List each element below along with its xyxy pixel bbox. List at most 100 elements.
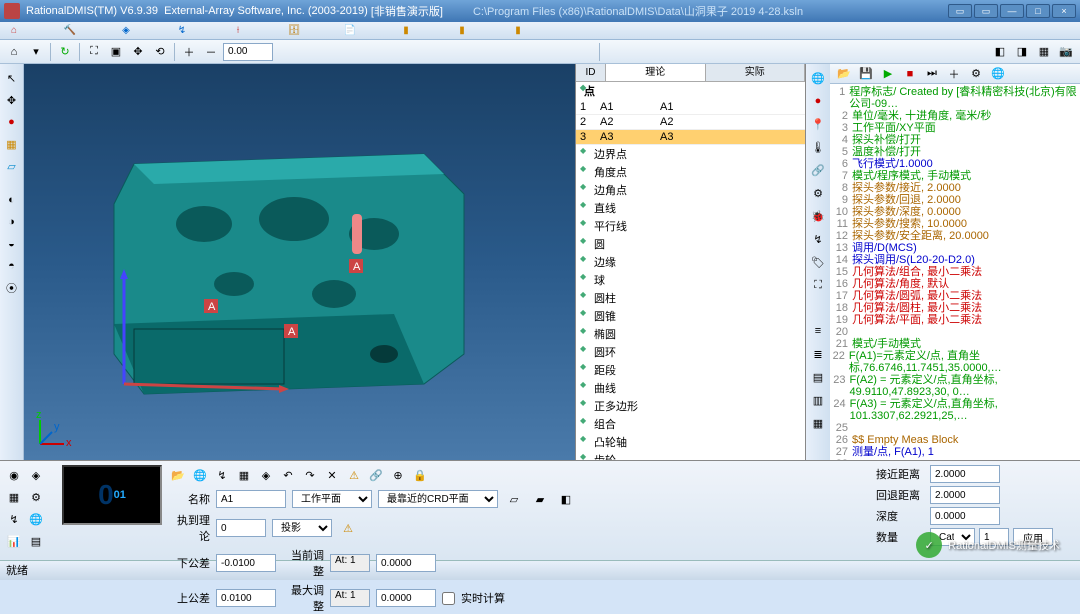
ct-run[interactable]: ▶ bbox=[878, 64, 898, 84]
bl-5[interactable]: ↯ bbox=[4, 509, 24, 529]
menu-dim-icon[interactable]: ⟊ bbox=[230, 23, 246, 39]
depth-input[interactable] bbox=[930, 507, 1000, 525]
bl-1[interactable]: ◉ bbox=[4, 465, 24, 485]
bm-undo[interactable]: ↶ bbox=[278, 465, 298, 485]
rt-list3[interactable]: ▤ bbox=[808, 367, 828, 387]
lt-cursor[interactable]: ↖ bbox=[2, 68, 22, 88]
bm-warn[interactable]: ⚠ bbox=[344, 465, 364, 485]
feature-type-node[interactable]: 圆 bbox=[576, 235, 805, 253]
menu-col3-icon[interactable]: ▮ bbox=[510, 23, 526, 39]
menu-col1-icon[interactable]: ▮ bbox=[398, 23, 414, 39]
feature-type-node[interactable]: 边缘 bbox=[576, 253, 805, 271]
ct-plus[interactable]: ＋ bbox=[944, 64, 964, 84]
bm-target[interactable]: ⊕ bbox=[388, 465, 408, 485]
bm-grid[interactable]: ▦ bbox=[234, 465, 254, 485]
feature-type-node[interactable]: 齿轮 bbox=[576, 451, 805, 460]
feature-type-node[interactable]: 边角点 bbox=[576, 181, 805, 199]
close-icon[interactable]: × bbox=[1052, 4, 1076, 18]
rt-rec[interactable]: ● bbox=[808, 91, 828, 111]
rt-expand[interactable]: ⛶ bbox=[808, 275, 828, 295]
bm-diamond[interactable]: ◈ bbox=[256, 465, 276, 485]
rt-link[interactable]: 🔗 bbox=[808, 160, 828, 180]
uptol-input[interactable] bbox=[216, 589, 276, 607]
workplane-select[interactable]: 工作平面 bbox=[292, 490, 372, 508]
rt-list2[interactable]: ≣ bbox=[808, 344, 828, 364]
rt-probe[interactable]: 📍 bbox=[808, 114, 828, 134]
tree-btn-1[interactable]: ◧ bbox=[990, 42, 1010, 62]
cat-point[interactable]: 点 bbox=[576, 82, 805, 100]
realtime-checkbox[interactable] bbox=[442, 592, 455, 605]
dd-button[interactable]: ▾ bbox=[26, 42, 46, 62]
rt-temp[interactable]: 🌡 bbox=[808, 137, 828, 157]
bm-open[interactable]: 📂 bbox=[168, 465, 188, 485]
ct-globe[interactable]: 🌐 bbox=[988, 64, 1008, 84]
pan-button[interactable]: ✥ bbox=[128, 42, 148, 62]
feature-type-node[interactable]: 边界点 bbox=[576, 145, 805, 163]
ct-stop[interactable]: ■ bbox=[900, 64, 920, 84]
bl-3[interactable]: ▦ bbox=[4, 487, 24, 507]
bm-redo[interactable]: ↷ bbox=[300, 465, 320, 485]
feature-type-node[interactable]: 组合 bbox=[576, 415, 805, 433]
maximize-icon[interactable]: □ bbox=[1026, 4, 1050, 18]
ct-step[interactable]: ⏭ bbox=[922, 64, 942, 84]
name-input[interactable] bbox=[216, 490, 286, 508]
zoom-input[interactable] bbox=[223, 43, 273, 61]
lt-mode4[interactable]: ◓ bbox=[2, 256, 22, 276]
minimize-icon[interactable]: — bbox=[1000, 4, 1024, 18]
lowtol-input[interactable] bbox=[216, 554, 276, 572]
rt-tag[interactable]: 🏷 bbox=[808, 252, 828, 272]
feature-type-node[interactable]: 椭圆 bbox=[576, 325, 805, 343]
3d-viewport[interactable]: A A A z x y bbox=[24, 64, 576, 460]
back-input[interactable] bbox=[930, 486, 1000, 504]
menu-hammer-icon[interactable]: 🔨 bbox=[62, 23, 78, 39]
maxadj-input[interactable] bbox=[376, 589, 436, 607]
tab-actual[interactable]: 实际 bbox=[706, 64, 806, 81]
bl-8[interactable]: ▤ bbox=[26, 531, 46, 551]
feature-type-node[interactable]: 曲线 bbox=[576, 379, 805, 397]
rt-bug[interactable]: 🐞 bbox=[808, 206, 828, 226]
feature-type-node[interactable]: 圆柱 bbox=[576, 289, 805, 307]
feature-type-node[interactable]: 正多边形 bbox=[576, 397, 805, 415]
rt-gear[interactable]: ⚙ bbox=[808, 183, 828, 203]
feature-table[interactable]: 点 1A1A1 2A2A2 3A3A3 边界点角度点边角点直线平行线圆边缘球圆柱… bbox=[576, 82, 805, 460]
bm-lock[interactable]: 🔒 bbox=[410, 465, 430, 485]
menu-db-icon[interactable]: 🗄 bbox=[286, 23, 302, 39]
menu-col2-icon[interactable]: ▮ bbox=[454, 23, 470, 39]
lt-mode1[interactable]: ◐ bbox=[2, 190, 22, 210]
menu-home-icon[interactable]: ⌂ bbox=[6, 23, 22, 39]
qty-input[interactable] bbox=[979, 528, 1009, 546]
rt-list1[interactable]: ≡ bbox=[808, 321, 828, 341]
fit-button[interactable]: ⛶ bbox=[84, 42, 104, 62]
bm-globe[interactable]: 🌐 bbox=[190, 465, 210, 485]
lt-mode3[interactable]: ◒ bbox=[2, 234, 22, 254]
lt-mode2[interactable]: ◑ bbox=[2, 212, 22, 232]
home-button[interactable]: ⌂ bbox=[4, 42, 24, 62]
tree-btn-4[interactable]: 📷 bbox=[1056, 42, 1076, 62]
crd-select[interactable]: 最靠近的CRD平面 bbox=[378, 490, 498, 508]
rt-list5[interactable]: ▦ bbox=[808, 413, 828, 433]
lt-mode5[interactable]: ⦿ bbox=[2, 278, 22, 298]
feature-type-node[interactable]: 圆锥 bbox=[576, 307, 805, 325]
ribbon-btn-2-icon[interactable]: ▭ bbox=[974, 4, 998, 18]
ct-gear[interactable]: ⚙ bbox=[966, 64, 986, 84]
zoomin-button[interactable]: ＋ bbox=[179, 42, 199, 62]
bm-wp2[interactable]: ▰ bbox=[530, 489, 550, 509]
bm-link[interactable]: 🔗 bbox=[366, 465, 386, 485]
feature-type-node[interactable]: 角度点 bbox=[576, 163, 805, 181]
bm-warn2[interactable]: ⚠ bbox=[338, 518, 358, 538]
ct-open[interactable]: 📂 bbox=[834, 64, 854, 84]
lt-box[interactable]: ▦ bbox=[2, 134, 22, 154]
feature-type-node[interactable]: 距段 bbox=[576, 361, 805, 379]
rotate-button[interactable]: ⟲ bbox=[150, 42, 170, 62]
menu-report-icon[interactable]: 📄 bbox=[342, 23, 358, 39]
bm-axis[interactable]: ↯ bbox=[212, 465, 232, 485]
lt-plane[interactable]: ▱ bbox=[2, 156, 22, 176]
dmis-code[interactable]: 1程序标志/ Created by [睿科精密科技(北京)有限公司-09… 2单… bbox=[830, 84, 1080, 460]
menu-coord-icon[interactable]: ↯ bbox=[174, 23, 190, 39]
ribbon-btn-1-icon[interactable]: ▭ bbox=[948, 4, 972, 18]
near-input[interactable] bbox=[930, 465, 1000, 483]
rt-axis[interactable]: ↯ bbox=[808, 229, 828, 249]
tab-theory[interactable]: 理论 bbox=[606, 64, 706, 81]
rt-globe[interactable]: 🌐 bbox=[808, 68, 828, 88]
bm-wp3[interactable]: ◧ bbox=[556, 489, 576, 509]
